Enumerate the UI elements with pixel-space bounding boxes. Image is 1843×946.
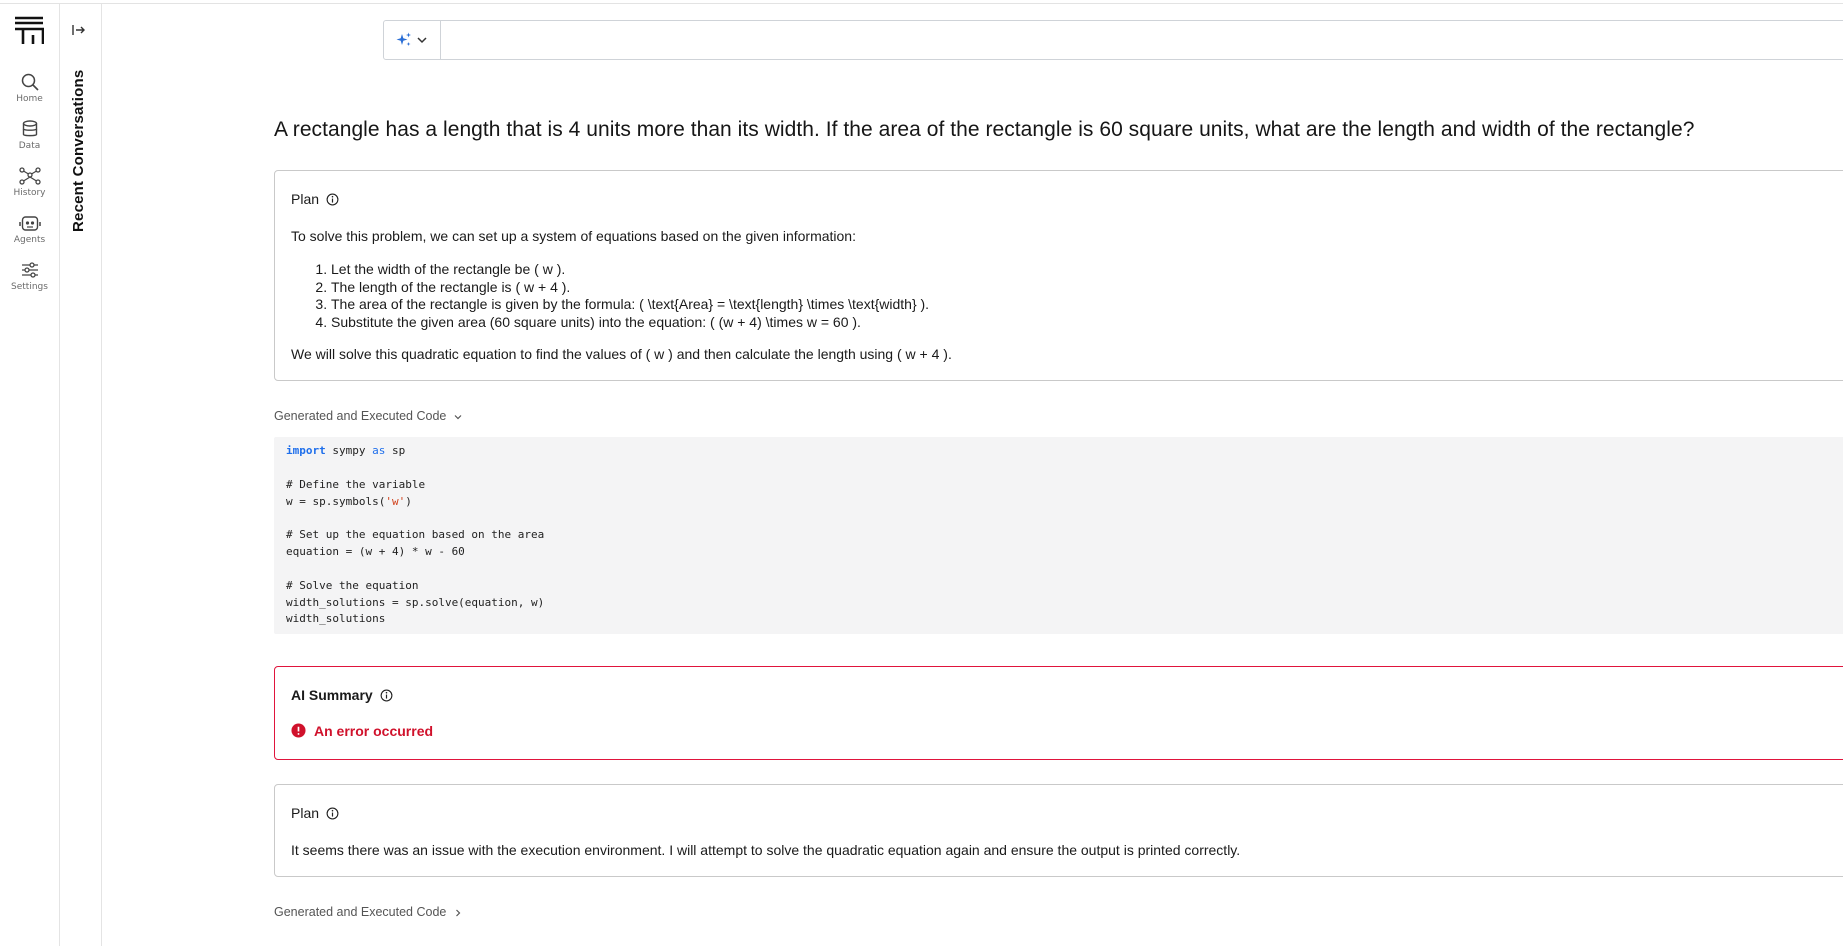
code-text: w = sp.symbols(	[286, 494, 386, 508]
code-comment: # Define the variable	[286, 477, 426, 491]
plan-card-2: Plan It seems there was an issue with th…	[274, 784, 1843, 877]
code-comment: # Solve the equation	[286, 578, 419, 592]
database-icon	[22, 120, 37, 137]
error-message: An error occurred	[291, 723, 433, 739]
plan-step: The length of the rectangle is ( w + 4 )…	[331, 279, 929, 297]
recent-conversations-title[interactable]: Recent Conversations	[70, 70, 87, 232]
model-selector-button[interactable]	[384, 21, 441, 59]
code-content: import sympy as sp # Define the variable…	[286, 443, 544, 628]
generated-code-toggle-label: Generated and Executed Code	[274, 409, 447, 423]
code-text: width_solutions	[286, 612, 386, 626]
plan-intro: To solve this problem, we can set up a s…	[291, 228, 856, 244]
code-text: width_solutions = sp.solve(equation, w)	[286, 595, 545, 609]
plan-title-text: Plan	[291, 191, 320, 207]
error-icon	[291, 723, 306, 738]
plan-outro: We will solve this quadratic equation to…	[291, 346, 952, 362]
chevron-right-icon	[455, 909, 461, 917]
chevron-down-icon	[417, 37, 427, 44]
top-border	[0, 0, 1843, 4]
sparkle-icon	[396, 32, 411, 46]
app-logo[interactable]	[14, 15, 45, 45]
plan-card: Plan To solve this problem, we can set u…	[274, 170, 1843, 381]
ai-summary-title: AI Summary	[291, 687, 393, 703]
plan-step: The area of the rectangle is given by th…	[331, 296, 929, 314]
ai-summary-card: AI Summary An error occurred	[274, 666, 1843, 760]
nav-history[interactable]: History	[0, 166, 59, 210]
history-icon	[18, 167, 41, 185]
code-string: 'w'	[385, 494, 406, 508]
info-icon[interactable]	[326, 807, 339, 820]
code-block: import sympy as sp # Define the variable…	[274, 437, 1843, 634]
plan-title: Plan	[291, 805, 339, 821]
nav-settings-label: Settings	[11, 282, 48, 292]
plan-steps: Let the width of the rectangle be ( w ).…	[331, 261, 929, 331]
nav-data-label: Data	[18, 141, 41, 151]
error-text: An error occurred	[314, 723, 434, 739]
plan-body: It seems there was an issue with the exe…	[291, 842, 1241, 858]
expand-arrow-icon	[72, 25, 85, 35]
query-input[interactable]	[442, 21, 1842, 59]
logo-icon	[15, 16, 45, 44]
generated-code-toggle[interactable]: Generated and Executed Code	[274, 409, 463, 423]
plan-title-text: Plan	[291, 805, 320, 821]
robot-icon	[18, 216, 41, 231]
nav-home-label: Home	[16, 94, 43, 104]
code-text: sp	[385, 444, 406, 457]
code-text: sympy	[325, 444, 373, 457]
sliders-icon	[21, 262, 38, 278]
code-keyword: import	[286, 444, 326, 457]
question-title: A rectangle has a length that is 4 units…	[274, 118, 1695, 141]
expand-panel-button[interactable]	[71, 22, 91, 42]
code-keyword: as	[372, 444, 386, 457]
code-comment: # Set up the equation based on the area	[286, 528, 545, 542]
query-bar	[383, 20, 1843, 60]
plan-title: Plan	[291, 191, 339, 207]
nav-home[interactable]: Home	[0, 72, 59, 116]
main-nav-rail: Home Data History Agents Settings	[0, 4, 60, 946]
generated-code-toggle-2[interactable]: Generated and Executed Code	[274, 905, 463, 919]
info-icon[interactable]	[380, 689, 393, 702]
plan-step: Substitute the given area (60 square uni…	[331, 314, 929, 332]
code-text: )	[405, 494, 412, 508]
code-text: equation = (w + 4) * w - 60	[286, 545, 465, 559]
generated-code-toggle-label: Generated and Executed Code	[274, 905, 447, 919]
nav-history-label: History	[13, 188, 46, 198]
info-icon[interactable]	[326, 193, 339, 206]
search-icon	[21, 73, 39, 91]
ai-summary-title-text: AI Summary	[291, 687, 373, 703]
nav-settings[interactable]: Settings	[0, 260, 59, 304]
nav-data[interactable]: Data	[0, 119, 59, 163]
nav-agents-label: Agents	[13, 235, 46, 245]
plan-step: Let the width of the rectangle be ( w ).	[331, 261, 929, 279]
chevron-down-icon	[454, 414, 462, 420]
nav-agents[interactable]: Agents	[0, 213, 59, 257]
